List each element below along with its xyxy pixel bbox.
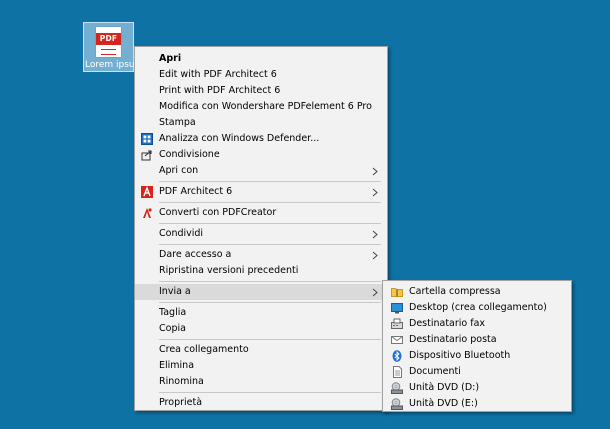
submenu-item-bluetooth[interactable]: Dispositivo Bluetooth bbox=[383, 348, 571, 364]
menu-item-elimina[interactable]: Elimina bbox=[135, 358, 387, 374]
dvd-drive-icon bbox=[391, 382, 403, 394]
menu-separator bbox=[159, 392, 381, 393]
menu-item-modifica-pdfelement[interactable]: Modifica con Wondershare PDFelement 6 Pr… bbox=[135, 99, 387, 115]
menu-item-label: Dare accesso a bbox=[159, 249, 232, 260]
submenu-item-label: Documenti bbox=[409, 366, 461, 377]
submenu-item-label: Destinatario posta bbox=[409, 334, 497, 345]
menu-item-label: Converti con PDFCreator bbox=[159, 207, 277, 218]
menu-item-print-pdf-architect[interactable]: Print with PDF Architect 6 bbox=[135, 83, 387, 99]
submenu-item-cartella-compressa[interactable]: Cartella compressa bbox=[383, 284, 571, 300]
desktop-file-icon[interactable]: PDF Lorem ipsum bbox=[83, 22, 143, 72]
menu-separator bbox=[159, 302, 381, 303]
menu-item-label: Edit with PDF Architect 6 bbox=[159, 69, 277, 80]
chevron-right-icon bbox=[371, 163, 379, 179]
menu-separator bbox=[159, 181, 381, 182]
menu-item-label: Apri con bbox=[159, 165, 199, 176]
bluetooth-icon bbox=[391, 350, 403, 362]
submenu-item-dvd-e[interactable]: Unità DVD (E:) bbox=[383, 396, 571, 412]
context-menu: Apri Edit with PDF Architect 6 Print wit… bbox=[134, 46, 388, 411]
menu-separator bbox=[159, 339, 381, 340]
menu-item-edit-pdf-architect[interactable]: Edit with PDF Architect 6 bbox=[135, 67, 387, 83]
menu-item-label: Elimina bbox=[159, 360, 195, 371]
menu-item-condividi[interactable]: Condividi bbox=[135, 226, 387, 242]
menu-separator bbox=[159, 281, 381, 282]
menu-item-rinomina[interactable]: Rinomina bbox=[135, 374, 387, 390]
menu-item-converti-pdfcreator[interactable]: Converti con PDFCreator bbox=[135, 205, 387, 221]
menu-item-label: Condivisione bbox=[159, 149, 220, 160]
submenu-item-documenti[interactable]: Documenti bbox=[383, 364, 571, 380]
submenu-item-label: Dispositivo Bluetooth bbox=[409, 350, 511, 361]
menu-item-label: Modifica con Wondershare PDFelement 6 Pr… bbox=[159, 101, 372, 112]
submenu-item-label: Desktop (crea collegamento) bbox=[409, 302, 547, 313]
menu-separator bbox=[159, 223, 381, 224]
menu-separator bbox=[159, 244, 381, 245]
menu-item-label: Proprietà bbox=[159, 397, 203, 408]
submenu-item-label: Destinatario fax bbox=[409, 318, 486, 329]
menu-item-copia[interactable]: Copia bbox=[135, 321, 387, 337]
menu-item-apri[interactable]: Apri bbox=[135, 51, 387, 67]
menu-item-label: Invia a bbox=[159, 286, 191, 297]
menu-item-label: Stampa bbox=[159, 117, 196, 128]
fax-icon bbox=[391, 318, 403, 330]
menu-item-crea-collegamento[interactable]: Crea collegamento bbox=[135, 342, 387, 358]
chevron-right-icon bbox=[371, 184, 379, 200]
menu-item-label: Apri bbox=[159, 53, 182, 64]
chevron-right-icon bbox=[371, 247, 379, 263]
chevron-right-icon bbox=[371, 284, 379, 300]
menu-item-apri-con[interactable]: Apri con bbox=[135, 163, 387, 179]
menu-item-label: PDF Architect 6 bbox=[159, 186, 233, 197]
menu-item-label: Ripristina versioni precedenti bbox=[159, 265, 299, 276]
submenu-item-label: Cartella compressa bbox=[409, 286, 501, 297]
pdf-file-icon: PDF bbox=[96, 27, 121, 57]
pdfcreator-icon bbox=[141, 207, 153, 219]
windows-defender-icon bbox=[141, 133, 153, 145]
menu-item-condivisione[interactable]: Condivisione bbox=[135, 147, 387, 163]
submenu-item-posta[interactable]: Destinatario posta bbox=[383, 332, 571, 348]
zip-folder-icon bbox=[391, 286, 403, 298]
menu-item-invia-a[interactable]: Invia a bbox=[135, 284, 387, 300]
menu-item-label: Condividi bbox=[159, 228, 204, 239]
menu-item-windows-defender[interactable]: Analizza con Windows Defender... bbox=[135, 131, 387, 147]
submenu-item-dvd-d[interactable]: Unità DVD (D:) bbox=[383, 380, 571, 396]
menu-item-taglia[interactable]: Taglia bbox=[135, 305, 387, 321]
menu-item-pdf-architect[interactable]: PDF Architect 6 bbox=[135, 184, 387, 200]
menu-item-label: Copia bbox=[159, 323, 186, 334]
submenu-item-label: Unità DVD (D:) bbox=[409, 382, 480, 393]
send-to-submenu: Cartella compressa Desktop (crea collega… bbox=[382, 280, 572, 412]
menu-item-proprieta[interactable]: Proprietà bbox=[135, 395, 387, 411]
menu-item-dare-accesso[interactable]: Dare accesso a bbox=[135, 247, 387, 263]
share-icon bbox=[141, 149, 153, 161]
menu-item-label: Rinomina bbox=[159, 376, 204, 387]
mail-icon bbox=[391, 334, 403, 346]
menu-item-ripristina-versioni[interactable]: Ripristina versioni precedenti bbox=[135, 263, 387, 279]
menu-separator bbox=[159, 202, 381, 203]
menu-item-label: Taglia bbox=[159, 307, 187, 318]
dvd-drive-icon bbox=[391, 398, 403, 410]
menu-item-stampa[interactable]: Stampa bbox=[135, 115, 387, 131]
submenu-item-fax[interactable]: Destinatario fax bbox=[383, 316, 571, 332]
submenu-item-desktop[interactable]: Desktop (crea collegamento) bbox=[383, 300, 571, 316]
chevron-right-icon bbox=[371, 226, 379, 242]
documents-icon bbox=[391, 366, 403, 378]
menu-item-label: Print with PDF Architect 6 bbox=[159, 85, 281, 96]
menu-item-label: Analizza con Windows Defender... bbox=[159, 133, 320, 144]
submenu-item-label: Unità DVD (E:) bbox=[409, 398, 478, 409]
pdf-architect-icon bbox=[141, 186, 153, 198]
pdf-badge: PDF bbox=[96, 33, 121, 45]
desktop-icon bbox=[391, 302, 403, 314]
menu-item-label: Crea collegamento bbox=[159, 344, 249, 355]
